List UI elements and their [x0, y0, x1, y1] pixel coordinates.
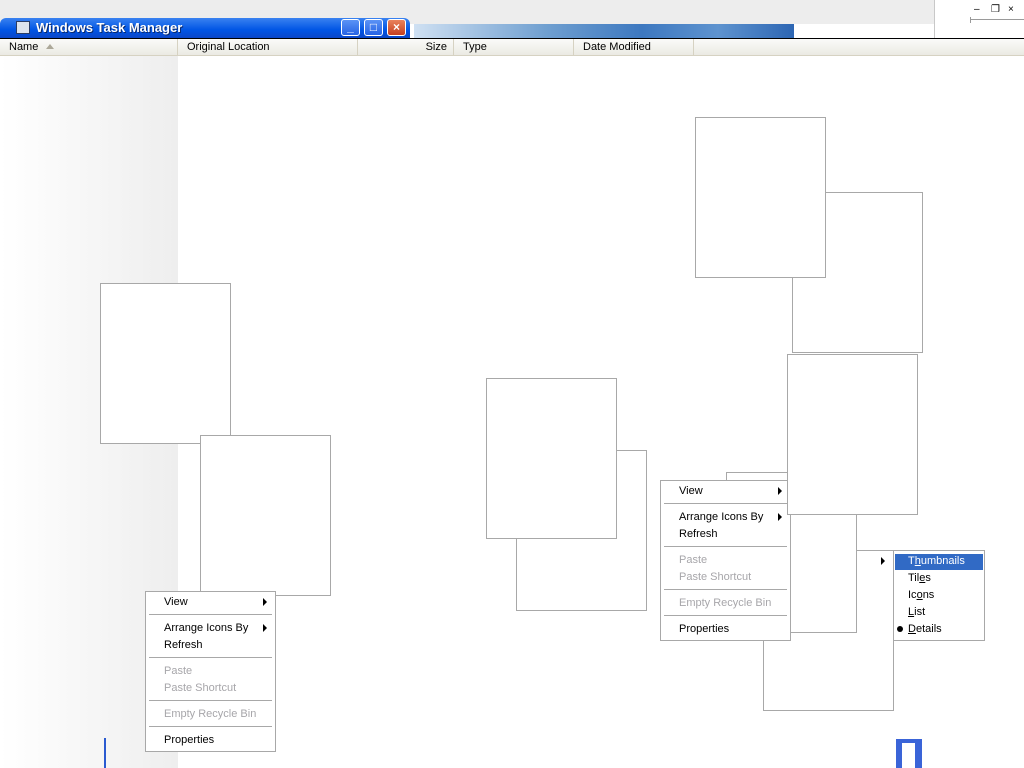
menu-item-arrange-icons-by[interactable]: Arrange Icons By: [679, 511, 763, 523]
window-title: Windows Task Manager: [36, 20, 183, 35]
menu-item-view[interactable]: View: [679, 485, 703, 497]
menu-item-properties[interactable]: Properties: [679, 623, 729, 635]
context-menu-left: View Arrange Icons By Refresh Paste Past…: [145, 591, 276, 752]
maximize-icon: □: [369, 20, 378, 34]
submenu-arrow-icon: [778, 513, 782, 521]
mini-close-icon[interactable]: ×: [1008, 4, 1014, 15]
menu-item-arrange-icons-by[interactable]: Arrange Icons By: [164, 622, 248, 634]
mini-slider-track: [971, 19, 1024, 20]
column-header-size[interactable]: Size: [358, 39, 454, 56]
blank-window-artifact: [695, 117, 826, 278]
submenu-arrow-icon: [881, 557, 885, 565]
desktop-wallpaper-strip: [414, 24, 794, 38]
menu-separator: [149, 726, 272, 727]
mini-window-pane: – ❐ ×: [934, 0, 1024, 38]
sort-ascending-icon: [46, 44, 54, 49]
submenu-arrow-icon: [263, 624, 267, 632]
menu-separator: [664, 503, 787, 504]
context-menu-right: View Arrange Icons By Refresh Paste Past…: [660, 480, 791, 641]
menu-separator: [664, 546, 787, 547]
menu-item-view[interactable]: View: [164, 596, 188, 608]
mini-slider-tick: [970, 17, 971, 23]
menu-item-empty-recycle-bin: Empty Recycle Bin: [679, 597, 772, 609]
minimize-icon: _: [347, 20, 354, 34]
blank-window-artifact: [200, 435, 331, 596]
menu-item-refresh[interactable]: Refresh: [679, 528, 718, 540]
selected-bullet-icon: [897, 626, 903, 632]
column-header-label: Original Location: [187, 41, 270, 53]
blank-window-artifact: [100, 283, 231, 444]
submenu-item-tiles[interactable]: Tiles: [908, 572, 931, 584]
menu-separator: [664, 615, 787, 616]
blank-window-artifact: [787, 354, 918, 515]
minimize-button[interactable]: _: [341, 19, 360, 36]
blank-window-artifact: [486, 378, 617, 539]
close-icon: ×: [392, 20, 400, 34]
menu-item-paste: Paste: [164, 665, 193, 677]
taskbar-fragment-inner: [902, 743, 915, 768]
column-header-date-modified[interactable]: Date Modified: [574, 39, 694, 56]
column-header-label: Name: [9, 41, 39, 53]
menu-separator: [664, 589, 787, 590]
access-key-underline: e: [919, 572, 926, 584]
maximize-button[interactable]: □: [364, 19, 383, 36]
view-submenu: Thumbnails Tiles Icons List Details: [893, 550, 985, 641]
mini-restore-icon[interactable]: ❐: [991, 4, 1000, 15]
submenu-arrow-icon: [778, 487, 782, 495]
column-header-original-location[interactable]: Original Location: [178, 39, 358, 56]
submenu-arrow-icon: [263, 598, 267, 606]
menu-separator: [149, 614, 272, 615]
caret-line: [104, 738, 106, 768]
column-header-label: Size: [425, 41, 447, 53]
submenu-item-list[interactable]: List: [908, 606, 925, 618]
menu-item-refresh[interactable]: Refresh: [164, 639, 203, 651]
menu-item-empty-recycle-bin: Empty Recycle Bin: [164, 708, 257, 720]
menu-item-properties[interactable]: Properties: [164, 734, 214, 746]
menu-item-paste-shortcut: Paste Shortcut: [164, 682, 237, 694]
access-key-underline: D: [908, 623, 916, 635]
column-header-bar: Name Original Location Size Type Date Mo…: [0, 38, 1024, 56]
column-header-label: Date Modified: [583, 41, 651, 53]
column-header-label: Type: [463, 41, 487, 53]
access-key-underline: o: [916, 589, 923, 601]
column-header-type[interactable]: Type: [454, 39, 574, 56]
access-key-underline: L: [908, 606, 915, 618]
submenu-item-details[interactable]: Details: [908, 623, 942, 635]
close-button[interactable]: ×: [387, 19, 406, 36]
menu-item-paste: Paste: [679, 554, 708, 566]
mini-minimize-icon[interactable]: –: [974, 4, 980, 15]
menu-separator: [149, 657, 272, 658]
task-manager-icon: [16, 21, 30, 34]
access-key-underline: h: [914, 555, 921, 567]
menu-separator: [149, 700, 272, 701]
submenu-item-thumbnails[interactable]: Thumbnails: [908, 555, 965, 567]
submenu-item-icons[interactable]: Icons: [908, 589, 934, 601]
column-header-name[interactable]: Name: [0, 39, 178, 56]
menu-item-paste-shortcut: Paste Shortcut: [679, 571, 752, 583]
